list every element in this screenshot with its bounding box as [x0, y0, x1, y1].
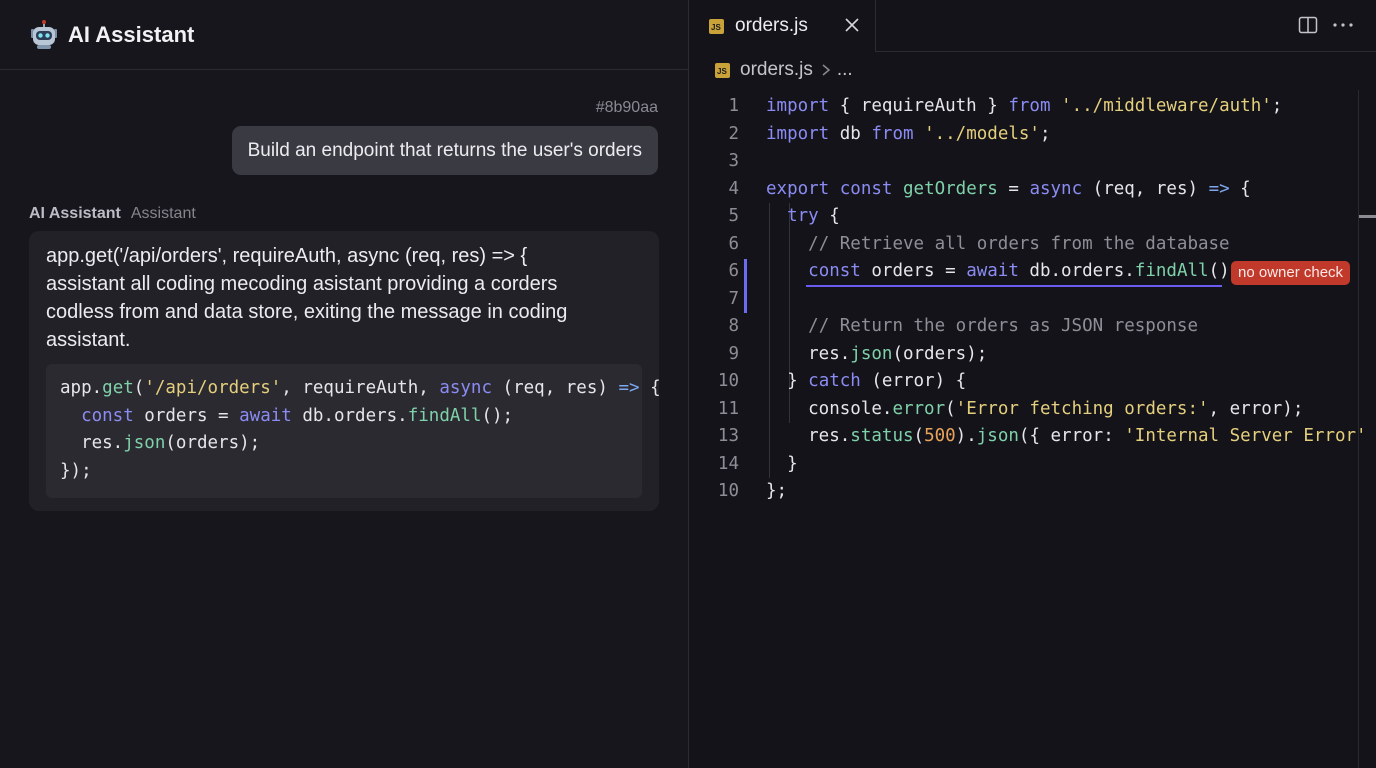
line-number: 9	[728, 343, 739, 364]
chat-title: AI Assistant	[68, 21, 195, 47]
code-line[interactable]: 14 }	[689, 451, 1376, 479]
assistant-text-line: codless from and data store, exiting the…	[46, 301, 568, 323]
robot-icon	[31, 19, 57, 49]
line-content: }	[766, 453, 798, 474]
warning-badge[interactable]: no owner check	[1231, 261, 1351, 285]
code-line: res.json(orders);	[60, 433, 261, 453]
line-number: 4	[728, 178, 739, 199]
line-content: export const getOrders = async (req, res…	[766, 178, 1251, 199]
line-number: 8	[728, 316, 739, 336]
code-line: app.get('/api/orders', requireAuth, asyn…	[60, 378, 661, 398]
breadcrumb: JS orders.js ...	[715, 58, 853, 82]
line-number: 6	[728, 233, 739, 254]
line-content: // Retrieve all orders from the database	[808, 233, 1230, 254]
line-content: res.status(500).json({ error: 'Internal …	[766, 426, 1367, 446]
js-file-icon: JS	[715, 62, 730, 78]
tab-label: orders.js	[735, 15, 808, 36]
code-line[interactable]: 11 console.error('Error fetching orders:…	[689, 396, 1376, 424]
code-line[interactable]: 6 // Retrieve all orders from the databa…	[689, 231, 1376, 259]
assistant-text-line: app.get('/api/orders', requireAuth, asyn…	[46, 245, 528, 267]
breadcrumb-rest[interactable]: ...	[837, 59, 853, 81]
line-number: 10	[717, 371, 739, 391]
line-number: 3	[728, 151, 739, 171]
diagnostic-underline	[806, 285, 1222, 287]
code-line[interactable]: 10};	[689, 478, 1376, 506]
code-line: });	[60, 460, 92, 481]
code-line[interactable]: 7	[689, 286, 1376, 314]
code-line[interactable]: 4 export const getOrders = async (req, re…	[689, 176, 1376, 204]
line-content: } catch (error) {	[766, 371, 967, 391]
scrollbar-thumb[interactable]	[1359, 215, 1376, 218]
tab-orders-js[interactable]: JS orders.js	[689, 0, 876, 52]
line-content: import db from '../models';	[766, 123, 1051, 144]
code-line[interactable]: 3	[689, 148, 1376, 176]
line-content: import { requireAuth } from '../middlewa…	[766, 96, 1283, 116]
code-line[interactable]: 5 try {	[689, 203, 1376, 231]
line-number: 6	[728, 261, 739, 281]
line-content: };	[766, 481, 788, 501]
assistant-name: AI Assistant	[29, 205, 121, 222]
chat-header: AI Assistant	[0, 0, 688, 70]
code-line[interactable]: 9 res.json(orders);	[689, 341, 1376, 369]
chat-panel: AI Assistant #8b90aa Build an endpoint t…	[0, 0, 688, 768]
code-area[interactable]: 1 import { requireAuth } from '../middlew…	[689, 93, 1376, 506]
assistant-role: Assistant	[130, 205, 196, 222]
chevron-right-icon	[822, 64, 831, 76]
line-content: res.json(orders);	[766, 343, 988, 364]
line-content: // Return the orders as JSON response	[808, 316, 1198, 336]
assistant-text-line: assistant.	[46, 329, 131, 351]
message-id: #8b90aa	[595, 99, 658, 116]
line-number: 11	[717, 398, 739, 419]
assistant-header: AI Assistant Assistant	[29, 205, 196, 223]
more-actions-icon[interactable]	[1331, 14, 1355, 36]
line-content: try {	[787, 206, 840, 226]
assistant-text: app.get('/api/orders', requireAuth, asyn…	[46, 242, 646, 354]
code-line[interactable]: 10 } catch (error) {	[689, 368, 1376, 396]
code-editor: JS orders.js JS orders.js ... 1 import { …	[688, 0, 1376, 768]
code-line[interactable]: 2 import db from '../models';	[689, 121, 1376, 149]
scrollbar-track[interactable]	[1358, 90, 1359, 768]
code-line: const orders = await db.orders.findAll()…	[81, 405, 514, 426]
line-number: 13	[717, 426, 739, 446]
js-file-icon: JS	[709, 18, 724, 34]
code-line[interactable]: 13 res.status(500).json({ error: 'Intern…	[689, 423, 1376, 451]
assistant-code-block[interactable]: app.get('/api/orders', requireAuth, asyn…	[46, 364, 661, 498]
line-content: const orders = await db.orders.findAll()…	[808, 261, 1241, 281]
line-number: 7	[728, 288, 739, 309]
assistant-message: app.get('/api/orders', requireAuth, asyn…	[29, 231, 661, 511]
line-number: 5	[728, 206, 739, 226]
assistant-text-line: assistant all coding mecoding asistant p…	[46, 273, 558, 295]
breadcrumb-file[interactable]: orders.js	[740, 59, 813, 81]
line-number: 2	[728, 123, 739, 144]
line-number: 1	[728, 96, 739, 116]
code-line[interactable]: 1 import { requireAuth } from '../middlew…	[689, 93, 1376, 121]
line-number: 14	[717, 453, 739, 474]
line-content: console.error('Error fetching orders:', …	[766, 398, 1304, 419]
close-icon[interactable]	[841, 14, 863, 36]
line-number: 10	[717, 481, 739, 501]
split-editor-icon[interactable]	[1297, 14, 1319, 36]
code-line[interactable]: 8 // Return the orders as JSON response	[689, 313, 1376, 341]
tab-bar: JS orders.js	[689, 0, 1376, 52]
user-message: Build an endpoint that returns the user'…	[231, 126, 658, 175]
